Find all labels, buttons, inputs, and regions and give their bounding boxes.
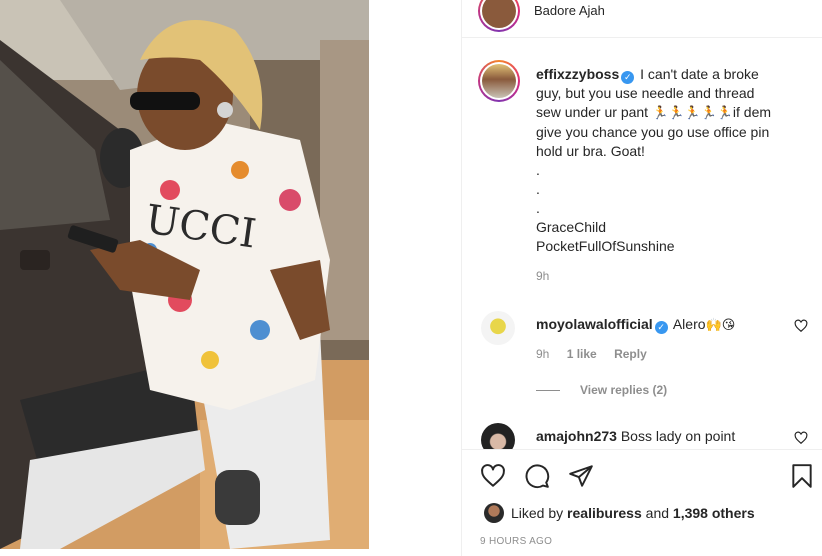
commenter-avatar[interactable] xyxy=(481,311,515,345)
caption-line-5: give you chance you go use office pin xyxy=(536,124,770,140)
verified-badge-icon: ✓ xyxy=(621,71,635,84)
liked-by-others[interactable]: 1,398 others xyxy=(673,505,755,521)
comment-icon[interactable] xyxy=(524,463,550,489)
comment-reply-button[interactable]: Reply xyxy=(614,347,647,361)
liked-by-summary: Liked by realiburess and 1,398 others xyxy=(484,503,755,523)
comment-body: Boss lady on point xyxy=(620,428,736,444)
view-replies-label: View replies (2) xyxy=(580,383,668,397)
comment-text: moyolawalofficial ✓ Alero🙌😘 xyxy=(536,315,776,335)
verified-badge-icon: ✓ xyxy=(654,321,668,334)
comment-body: Alero xyxy=(672,316,706,332)
caption-line-2: guy, but you use needle and thread xyxy=(536,85,755,101)
comment-time[interactable]: 9h xyxy=(536,347,549,361)
comment-username[interactable]: moyolawalofficial xyxy=(536,316,653,332)
liked-by-and: and xyxy=(645,505,670,521)
caption-line-3: sew under ur pant xyxy=(536,104,649,120)
caption-dot-1: . xyxy=(536,162,540,178)
comment-text: amajohn273 Boss lady on point xyxy=(536,427,776,446)
liked-by-prefix: Liked by xyxy=(511,505,564,521)
post-photo[interactable]: UCCI xyxy=(0,0,369,549)
caption-username[interactable]: effixzzyboss xyxy=(536,66,619,82)
heart-icon[interactable] xyxy=(480,463,506,489)
replies-divider xyxy=(536,389,560,391)
bookmark-icon[interactable] xyxy=(789,463,815,489)
caption-author-avatar[interactable] xyxy=(478,60,520,102)
caption-dot-2: . xyxy=(536,181,540,197)
view-replies-button[interactable]: View replies (2) xyxy=(536,383,667,397)
caption-hashtag-2[interactable]: PocketFullOfSunshine xyxy=(536,237,791,256)
share-icon[interactable] xyxy=(568,463,594,489)
caption-line-6: hold ur bra. Goat! xyxy=(536,143,645,159)
comment-username[interactable]: amajohn273 xyxy=(536,428,617,444)
post-actions-bar: Liked by realiburess and 1,398 others 9 … xyxy=(462,449,822,556)
caption-time[interactable]: 9h xyxy=(536,267,791,286)
caption-dot-3: . xyxy=(536,200,540,216)
story-ring xyxy=(478,0,520,32)
post-location[interactable]: Badore Ajah xyxy=(534,3,605,18)
author-avatar[interactable] xyxy=(478,0,520,32)
comment-likes[interactable]: 1 like xyxy=(567,347,597,361)
caption-line-1: I can't date a broke xyxy=(640,66,759,82)
caption-line-4: if dem xyxy=(732,104,772,120)
comment-like-heart-icon[interactable] xyxy=(794,319,808,333)
comment-emoji: 🙌😘 xyxy=(705,318,736,333)
liker-avatar[interactable] xyxy=(484,503,504,523)
caption-hashtag-1[interactable]: GraceChild xyxy=(536,218,791,237)
comment-meta: 9h 1 like Reply xyxy=(536,347,661,361)
running-emoji-run: 🏃🏃🏃🏃🏃 xyxy=(651,106,733,121)
post-side-panel: Badore Ajah effixzzyboss ✓ I can't date a… xyxy=(461,0,822,556)
post-header: Badore Ajah xyxy=(462,0,822,38)
liked-by-user[interactable]: realiburess xyxy=(567,505,642,521)
post-timestamp[interactable]: 9 HOURS AGO xyxy=(480,536,552,547)
post-photo-illustration: UCCI xyxy=(0,0,369,549)
comment-like-heart-icon[interactable] xyxy=(794,431,808,445)
caption-text: effixzzyboss ✓ I can't date a broke guy, … xyxy=(536,65,791,286)
